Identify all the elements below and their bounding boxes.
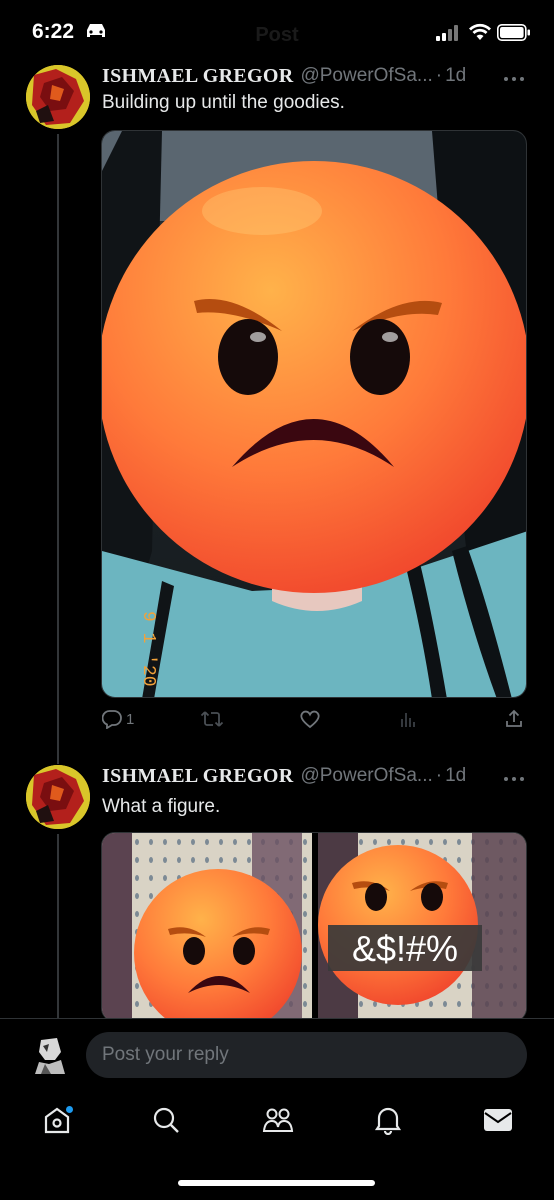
reply-input[interactable] (86, 1032, 527, 1078)
tweet-media-gallery[interactable]: &$!#% (101, 832, 527, 1022)
separator-dot: · (435, 65, 443, 86)
notifications-icon (373, 1105, 403, 1140)
reply-icon (102, 709, 122, 729)
nav-search[interactable] (146, 1104, 186, 1140)
retweet-button[interactable] (200, 709, 224, 729)
nav-communities[interactable] (258, 1104, 298, 1140)
avatar[interactable] (26, 765, 90, 829)
tweet-header: ISHMAEL GREGOR @PowerOfSa... · 1d (102, 764, 466, 788)
tweet-time[interactable]: 1d (445, 765, 466, 787)
reply-bar (0, 1018, 554, 1090)
photo-date-stamp: 9 1 '20 (138, 611, 158, 687)
status-bar: Post 6:22 (0, 0, 554, 64)
home-notification-badge (66, 1106, 73, 1113)
views-button[interactable] (398, 709, 418, 729)
share-icon (504, 709, 524, 729)
tweet-text: What a figure. (102, 796, 221, 817)
messages-icon (483, 1107, 513, 1138)
views-icon (398, 709, 418, 729)
avatar[interactable] (26, 65, 90, 129)
retweet-icon (200, 709, 224, 729)
author-name[interactable]: ISHMAEL GREGOR (102, 765, 293, 788)
gallery-photo-2[interactable]: &$!#% (318, 833, 527, 1022)
tweet-time[interactable]: 1d (445, 65, 466, 87)
nav-notifications[interactable] (368, 1104, 408, 1140)
search-icon (151, 1105, 181, 1140)
more-options-icon[interactable] (503, 70, 525, 88)
more-options-icon[interactable] (503, 770, 525, 788)
car-icon (84, 22, 108, 45)
like-button[interactable] (299, 709, 321, 729)
home-indicator (178, 1180, 375, 1186)
tweet-text: Building up until the goodies. (102, 92, 345, 113)
nav-home[interactable] (37, 1104, 77, 1140)
author-handle[interactable]: @PowerOfSa... (300, 765, 432, 787)
tweet-actions: 1 (102, 709, 528, 735)
thread-line (57, 134, 59, 764)
share-button[interactable] (504, 709, 524, 729)
reply-count: 1 (126, 710, 135, 728)
author-handle[interactable]: @PowerOfSa... (300, 65, 432, 87)
thread-line (57, 834, 59, 1024)
user-avatar[interactable] (33, 1034, 67, 1074)
censor-text: &$!#% (352, 928, 458, 969)
signal-icon (436, 25, 460, 46)
battery-icon (497, 24, 531, 46)
nav-messages[interactable] (478, 1104, 518, 1140)
like-icon (299, 709, 321, 729)
tweet-media-photo[interactable]: 9 1 '20 (101, 130, 527, 698)
communities-icon (261, 1105, 295, 1140)
bottom-nav (0, 1090, 554, 1200)
status-time: 6:22 (32, 20, 75, 43)
tweet-header: ISHMAEL GREGOR @PowerOfSa... · 1d (102, 64, 466, 88)
reply-button[interactable]: 1 (102, 709, 134, 729)
author-name[interactable]: ISHMAEL GREGOR (102, 65, 293, 88)
gallery-photo-1[interactable] (102, 833, 312, 1022)
post-thread-screen: Post 6:22 ISHMAEL GREGOR @PowerOfSa... ·… (0, 0, 554, 1200)
wifi-icon (468, 22, 492, 47)
separator-dot: · (435, 765, 443, 786)
